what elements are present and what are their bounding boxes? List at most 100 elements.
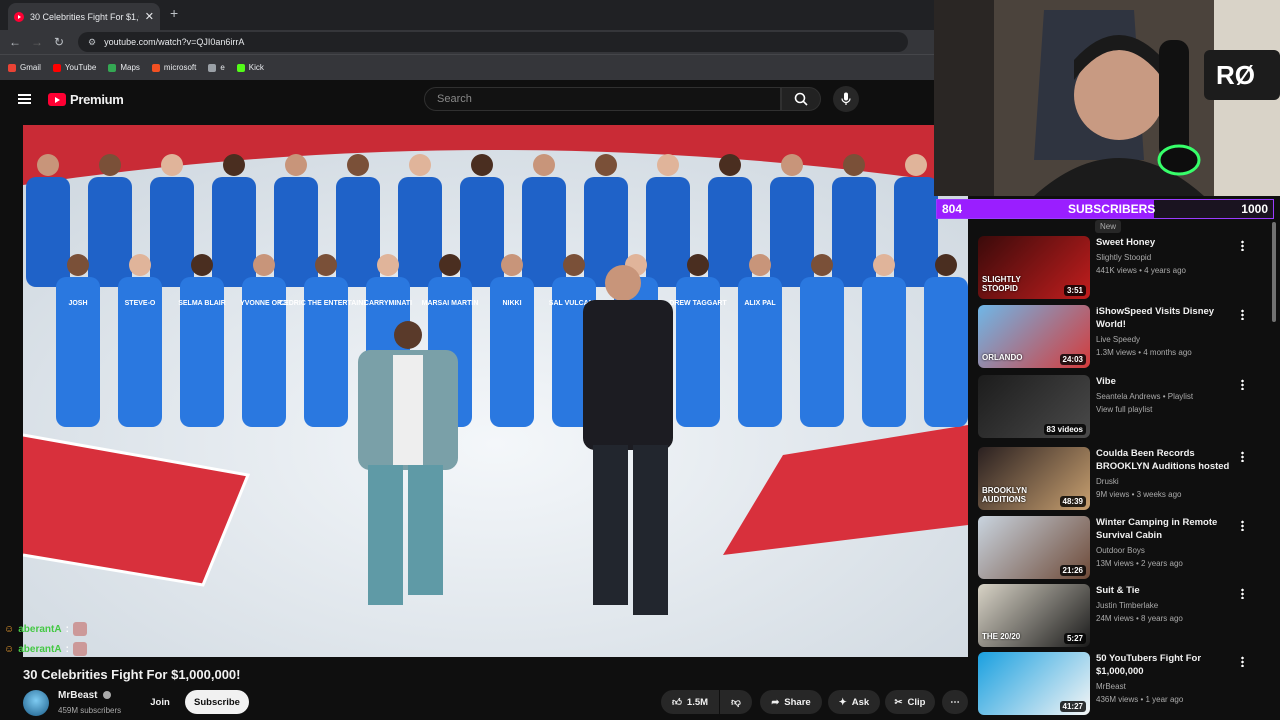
jersey-name: ALIX PAL xyxy=(744,300,776,307)
bookmark-icon xyxy=(208,63,217,72)
chat-badge-icon: ☺ xyxy=(4,623,15,635)
video-frame: JOSH STEVE-O SELMA BLAIR YVONNE ORJICEDRIC … xyxy=(23,125,968,657)
jersey-name: CEDRIC THE ENTERTAINER xyxy=(279,300,373,307)
more-options-icon[interactable] xyxy=(1241,240,1244,251)
more-horizontal-icon: ⋯ xyxy=(950,696,960,708)
menu-icon[interactable] xyxy=(18,94,31,104)
video-thumbnail[interactable]: ORLANDO 24:03 xyxy=(978,305,1090,368)
recommendation-title[interactable]: iShowSpeed Visits Disney World! xyxy=(1096,305,1236,331)
search-button[interactable] xyxy=(781,87,821,111)
video-duration: 41:27 xyxy=(1059,701,1086,712)
jersey-name: DREW TAGGART xyxy=(669,300,727,307)
more-options-icon[interactable] xyxy=(1241,656,1244,667)
recommendation-title[interactable]: Suit & Tie xyxy=(1096,584,1236,597)
recommendation-item[interactable]: ORLANDO 24:03 iShowSpeed Visits Disney Wor… xyxy=(978,305,1268,371)
recommendation-item[interactable]: 21:26 Winter Camping in Remote Survival C… xyxy=(978,516,1268,582)
recommendation-channel[interactable]: Justin Timberlake xyxy=(1096,601,1158,610)
bookmark-0[interactable]: Gmail xyxy=(8,63,41,72)
share-button[interactable]: ➦ Share xyxy=(760,690,822,714)
recommendation-channel[interactable]: Seantela Andrews • Playlist xyxy=(1096,392,1193,401)
recommendation-item[interactable]: SLIGHTLY STOOPID 3:51 Sweet Honey Slightly … xyxy=(978,236,1268,302)
tab-title: 30 Celebrities Fight For $1,000,000! xyxy=(30,11,139,22)
more-actions-button[interactable]: ⋯ xyxy=(942,690,968,714)
voice-search-button[interactable] xyxy=(833,86,859,112)
reload-icon[interactable]: ↻ xyxy=(48,35,70,49)
bookmark-3[interactable]: microsoft xyxy=(151,63,196,72)
bookmark-icon xyxy=(8,63,16,72)
recommendation-channel[interactable]: Outdoor Boys xyxy=(1096,546,1145,555)
recommendation-channel[interactable]: Live Speedy xyxy=(1096,335,1140,344)
new-tab-icon[interactable]: + xyxy=(170,5,178,21)
chat-emote-icon xyxy=(72,642,87,656)
recommendation-item[interactable]: BROOKLYN AUDITIONS 48:39 Coulda Been Recor… xyxy=(978,447,1268,513)
address-bar[interactable]: ⚙ youtube.com/watch?v=QJI0an6irrA xyxy=(78,32,908,52)
search-input[interactable]: Search xyxy=(424,87,781,111)
recommendation-item[interactable]: 83 videos Vibe Seantela Andrews • Playlist… xyxy=(978,375,1268,441)
recommendation-channel[interactable]: Druski xyxy=(1096,477,1119,486)
recommendation-title[interactable]: Sweet Honey xyxy=(1096,236,1236,249)
recommendation-item[interactable]: THE 20/20 5:27 Suit & Tie Justin Timberlake… xyxy=(978,584,1268,650)
recommendation-item[interactable]: 41:27 50 YouTubers Fight For $1,000,000 Mr… xyxy=(978,652,1268,718)
bookmark-icon xyxy=(236,63,245,72)
webcam-image: RØ xyxy=(934,0,1280,196)
back-icon[interactable]: ← xyxy=(4,35,26,49)
recommendation-title[interactable]: 50 YouTubers Fight For $1,000,000 xyxy=(1096,652,1236,678)
more-options-icon[interactable] xyxy=(1241,309,1244,320)
thumbnail-text: SLIGHTLY STOOPID xyxy=(982,275,1021,293)
browser-tab[interactable]: 30 Celebrities Fight For $1,000,000! ✕ xyxy=(8,3,160,30)
more-options-icon[interactable] xyxy=(1241,520,1244,531)
celebrity-figure xyxy=(862,254,906,427)
more-options-icon[interactable] xyxy=(1241,588,1244,599)
bookmark-label: YouTube xyxy=(64,63,97,72)
video-thumbnail[interactable]: BROOKLYN AUDITIONS 48:39 xyxy=(978,447,1090,510)
bookmark-label: e xyxy=(220,63,225,72)
bookmark-4[interactable]: e xyxy=(208,63,225,72)
dislike-button[interactable]: 👎︎ xyxy=(720,690,752,714)
jersey-name: SELMA BLAIR xyxy=(178,300,226,307)
ask-label: Ask xyxy=(851,696,870,708)
thumbs-down-icon: 👎︎ xyxy=(731,697,741,708)
channel-avatar[interactable] xyxy=(23,690,49,716)
youtube-logo-icon xyxy=(48,93,66,106)
recommendation-channel[interactable]: MrBeast xyxy=(1096,682,1126,691)
subscribe-button[interactable]: Subscribe xyxy=(185,690,249,714)
video-thumbnail[interactable]: 21:26 xyxy=(978,516,1090,579)
channel-name[interactable]: MrBeast xyxy=(58,690,112,701)
url-text: youtube.com/watch?v=QJI0an6irrA xyxy=(104,37,245,47)
sparkle-icon: ✦ xyxy=(838,696,847,708)
video-player[interactable]: JOSH STEVE-O SELMA BLAIR YVONNE ORJI CEDRIC … xyxy=(23,125,968,657)
chat-emote-icon xyxy=(72,622,87,636)
video-title: 30 Celebrities Fight For $1,000,000! xyxy=(23,667,241,682)
celebrity-figure: ALIX PAL xyxy=(738,254,782,427)
sidebar-scrollbar[interactable] xyxy=(1272,222,1276,322)
bookmark-1[interactable]: YouTube xyxy=(52,63,97,72)
video-thumbnail[interactable]: 41:27 xyxy=(978,652,1090,715)
more-options-icon[interactable] xyxy=(1241,379,1244,390)
site-settings-icon[interactable]: ⚙ xyxy=(88,37,96,48)
stream-chat-overlay: ☺ aberantA: ☺ aberantA: xyxy=(4,622,87,662)
video-thumbnail[interactable]: SLIGHTLY STOOPID 3:51 xyxy=(978,236,1090,299)
more-options-icon[interactable] xyxy=(1241,451,1244,462)
video-duration: 5:27 xyxy=(1063,633,1086,644)
recommendation-title[interactable]: Coulda Been Records BROOKLYN Auditions h… xyxy=(1096,447,1236,473)
celebrity-figure xyxy=(800,254,844,427)
bookmark-icon xyxy=(108,63,117,72)
recommendation-channel[interactable]: Slightly Stoopid xyxy=(1096,253,1151,262)
clip-button[interactable]: ✂ Clip xyxy=(885,690,935,714)
youtube-premium-logo[interactable]: Premium xyxy=(48,92,124,107)
like-button[interactable]: 👍︎ 1.5M xyxy=(661,690,719,714)
host-right xyxy=(583,265,673,615)
chat-message: ☺ aberantA: xyxy=(4,622,87,636)
recommendation-title[interactable]: Winter Camping in Remote Survival Cabin xyxy=(1096,516,1236,542)
youtube-favicon-icon xyxy=(14,11,24,22)
video-thumbnail[interactable]: 83 videos xyxy=(978,375,1090,438)
forward-icon[interactable]: → xyxy=(26,35,48,49)
join-button[interactable]: Join xyxy=(140,690,180,714)
bookmark-5[interactable]: Kick xyxy=(236,63,264,72)
video-thumbnail[interactable]: THE 20/20 5:27 xyxy=(978,584,1090,647)
bookmark-label: Maps xyxy=(120,63,140,72)
bookmark-2[interactable]: Maps xyxy=(108,63,140,72)
recommendation-title[interactable]: Vibe xyxy=(1096,375,1236,388)
ask-button[interactable]: ✦ Ask xyxy=(828,690,880,714)
close-tab-icon[interactable]: ✕ xyxy=(145,10,154,23)
